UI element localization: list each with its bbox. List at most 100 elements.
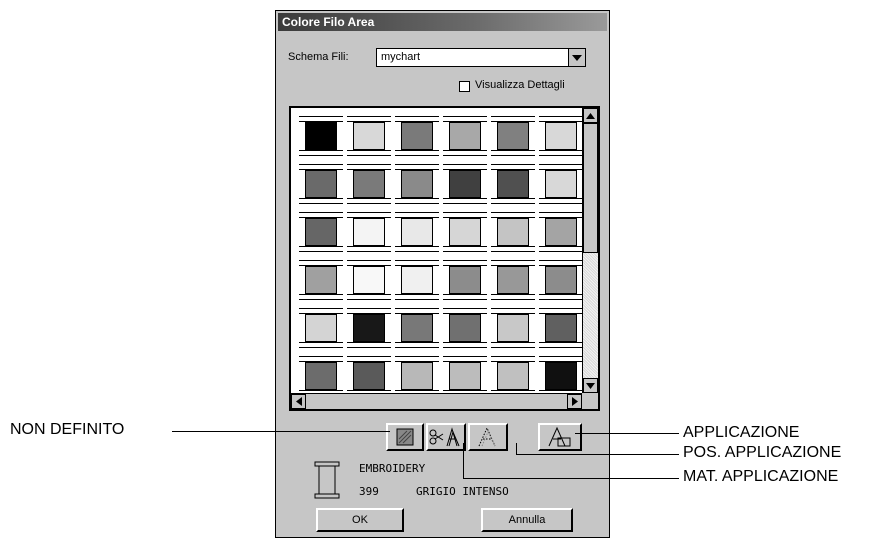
thread-swatch[interactable]: [299, 308, 343, 348]
spool-color: [449, 314, 481, 342]
spool-bottom: [443, 198, 487, 204]
thread-swatch[interactable]: [395, 164, 439, 204]
callout-line-mat-applicazione-v: [463, 443, 464, 478]
spool-bottom: [347, 198, 391, 204]
thread-name: GRIGIO INTENSO: [416, 485, 509, 498]
thread-swatch[interactable]: [539, 308, 583, 348]
spool-bottom: [395, 294, 439, 300]
thread-swatch[interactable]: [347, 164, 391, 204]
thread-swatch[interactable]: [491, 308, 535, 348]
vertical-scroll-thumb[interactable]: [583, 123, 598, 253]
thread-swatch[interactable]: [443, 212, 487, 252]
spool-color: [497, 122, 529, 150]
dialog-title: Colore Filo Area: [278, 13, 607, 31]
thread-swatch[interactable]: [443, 260, 487, 300]
spool-color: [305, 218, 337, 246]
thread-spool-icon: [314, 461, 340, 499]
thread-swatch[interactable]: [347, 308, 391, 348]
callout-line-pos-applicazione-h: [516, 454, 679, 455]
thread-swatch[interactable]: [299, 212, 343, 252]
hatched-square-icon: [396, 428, 414, 446]
spool-bottom: [443, 246, 487, 252]
spool-bottom: [539, 342, 583, 348]
callout-pos-applicazione: POS. APPLICAZIONE: [683, 444, 842, 461]
spool-color: [305, 122, 337, 150]
spool-color: [401, 122, 433, 150]
dropdown-button[interactable]: [568, 49, 585, 66]
spool-bottom: [539, 198, 583, 204]
spool-bottom: [491, 150, 535, 156]
thread-swatch[interactable]: [443, 356, 487, 396]
horizontal-scrollbar[interactable]: [291, 393, 582, 409]
thread-swatch[interactable]: [539, 356, 583, 396]
spool-color: [353, 170, 385, 198]
spool-color: [497, 314, 529, 342]
thread-swatch[interactable]: [347, 116, 391, 156]
thread-swatch[interactable]: [395, 116, 439, 156]
thread-swatch[interactable]: [491, 356, 535, 396]
spool-color: [353, 314, 385, 342]
thread-swatch[interactable]: [395, 260, 439, 300]
thread-swatch[interactable]: [539, 116, 583, 156]
thread-swatch[interactable]: [299, 356, 343, 396]
spool-bottom: [299, 246, 343, 252]
spool-color: [545, 170, 577, 198]
ok-button[interactable]: OK: [316, 508, 404, 532]
thread-swatch[interactable]: [347, 260, 391, 300]
spool-bottom: [299, 342, 343, 348]
thread-swatch[interactable]: [347, 356, 391, 396]
spool-color: [545, 362, 577, 390]
spool-color: [353, 266, 385, 294]
spool-bottom: [443, 294, 487, 300]
spool-color: [401, 314, 433, 342]
thread-swatch[interactable]: [491, 164, 535, 204]
thread-swatch[interactable]: [539, 164, 583, 204]
spool-color: [353, 218, 385, 246]
spool-bottom: [443, 342, 487, 348]
spool-bottom: [491, 198, 535, 204]
spool-color: [497, 218, 529, 246]
spool-color: [497, 170, 529, 198]
scroll-left-button[interactable]: [291, 394, 306, 409]
cancel-button[interactable]: Annulla: [481, 508, 573, 532]
thread-swatch[interactable]: [395, 356, 439, 396]
thread-swatch[interactable]: [443, 308, 487, 348]
thread-swatch[interactable]: [395, 212, 439, 252]
show-details-checkbox[interactable]: [459, 81, 470, 92]
thread-swatch[interactable]: [299, 260, 343, 300]
applique-position-button[interactable]: [468, 423, 508, 451]
callout-line-pos-applicazione-v: [516, 443, 517, 454]
chevron-down-icon: [572, 54, 582, 61]
thread-swatch[interactable]: [347, 212, 391, 252]
applique-material-button[interactable]: [426, 423, 466, 451]
spool-bottom: [347, 294, 391, 300]
applique-button[interactable]: [538, 423, 582, 451]
thread-swatch[interactable]: [491, 260, 535, 300]
scroll-right-button[interactable]: [567, 394, 582, 409]
thread-scheme-select[interactable]: mychart: [376, 48, 586, 67]
thread-swatch[interactable]: [491, 212, 535, 252]
scheme-label: Schema Fili:: [288, 51, 349, 63]
spool-color: [545, 122, 577, 150]
spool-bottom: [347, 342, 391, 348]
vertical-scrollbar[interactable]: [582, 108, 598, 393]
spool-color: [305, 266, 337, 294]
thread-swatch[interactable]: [443, 116, 487, 156]
scroll-up-button[interactable]: [583, 108, 598, 123]
thread-swatch[interactable]: [299, 164, 343, 204]
scroll-down-button[interactable]: [583, 378, 598, 393]
spool-bottom: [395, 246, 439, 252]
thread-swatch[interactable]: [395, 308, 439, 348]
spool-bottom: [491, 246, 535, 252]
thread-swatch[interactable]: [491, 116, 535, 156]
spool-color: [353, 362, 385, 390]
thread-swatch[interactable]: [443, 164, 487, 204]
dotted-a-icon: [478, 426, 496, 447]
undefined-type-button[interactable]: [386, 423, 424, 451]
thread-swatch[interactable]: [299, 116, 343, 156]
arrow-right-icon: [571, 397, 578, 406]
spool-color: [545, 266, 577, 294]
thread-swatch[interactable]: [539, 212, 583, 252]
thread-swatch[interactable]: [539, 260, 583, 300]
applique-a-icon: [548, 426, 571, 447]
